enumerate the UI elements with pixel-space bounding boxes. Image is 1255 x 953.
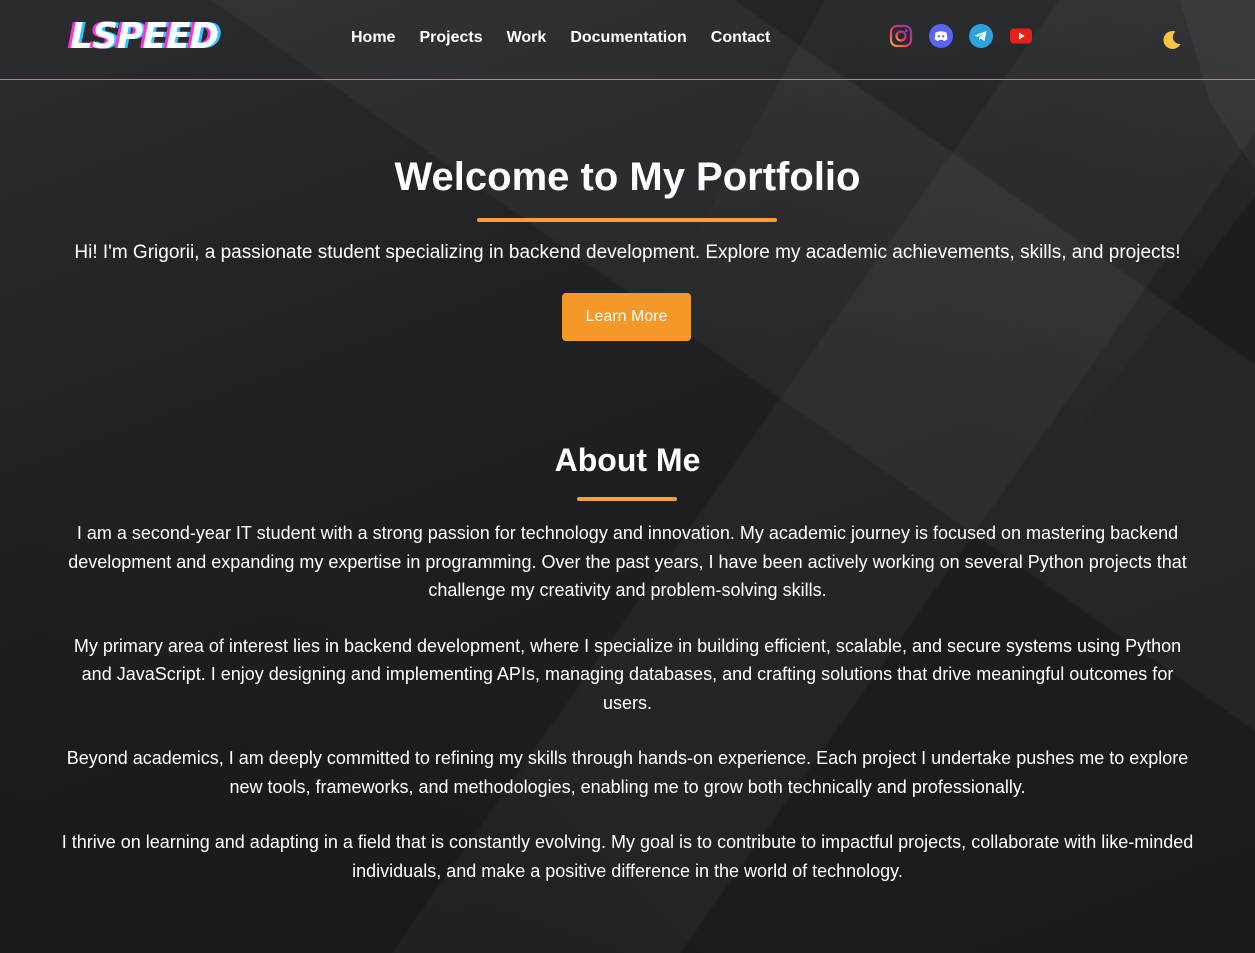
title-underline	[477, 218, 777, 222]
about-text: I am a second-year IT student with a str…	[60, 519, 1195, 912]
about-underline	[577, 497, 677, 501]
hero-title: Welcome to My Portfolio	[394, 155, 861, 199]
site-logo[interactable]: LSPEED	[70, 17, 219, 57]
about-paragraph: I thrive on learning and adapting in a f…	[61, 832, 1194, 881]
discord-icon[interactable]	[929, 24, 953, 48]
nav-projects[interactable]: Projects	[419, 29, 482, 47]
about-paragraph: I am a second-year IT student with a str…	[68, 523, 1187, 600]
youtube-icon[interactable]	[1009, 24, 1033, 48]
about-paragraph: Beyond academics, I am deeply committed …	[66, 748, 1189, 797]
nav-documentation[interactable]: Documentation	[570, 29, 686, 47]
about-title: About Me	[554, 442, 701, 478]
hero-subtitle: Hi! I'm Grigorii, a passionate student s…	[74, 242, 1181, 263]
telegram-icon[interactable]	[969, 24, 993, 48]
navbar: LSPEED Home Projects Work Documentation …	[0, 0, 1255, 80]
moon-icon[interactable]	[1160, 28, 1184, 52]
instagram-icon[interactable]	[889, 24, 913, 48]
nav-contact[interactable]: Contact	[711, 29, 771, 47]
social-links	[889, 24, 1033, 48]
nav-home[interactable]: Home	[351, 29, 395, 47]
nav-work[interactable]: Work	[507, 29, 547, 47]
learn-more-button[interactable]: Learn More	[562, 293, 691, 341]
main-nav: Home Projects Work Documentation Contact	[351, 29, 770, 47]
about-paragraph: My primary area of interest lies in back…	[73, 635, 1182, 713]
